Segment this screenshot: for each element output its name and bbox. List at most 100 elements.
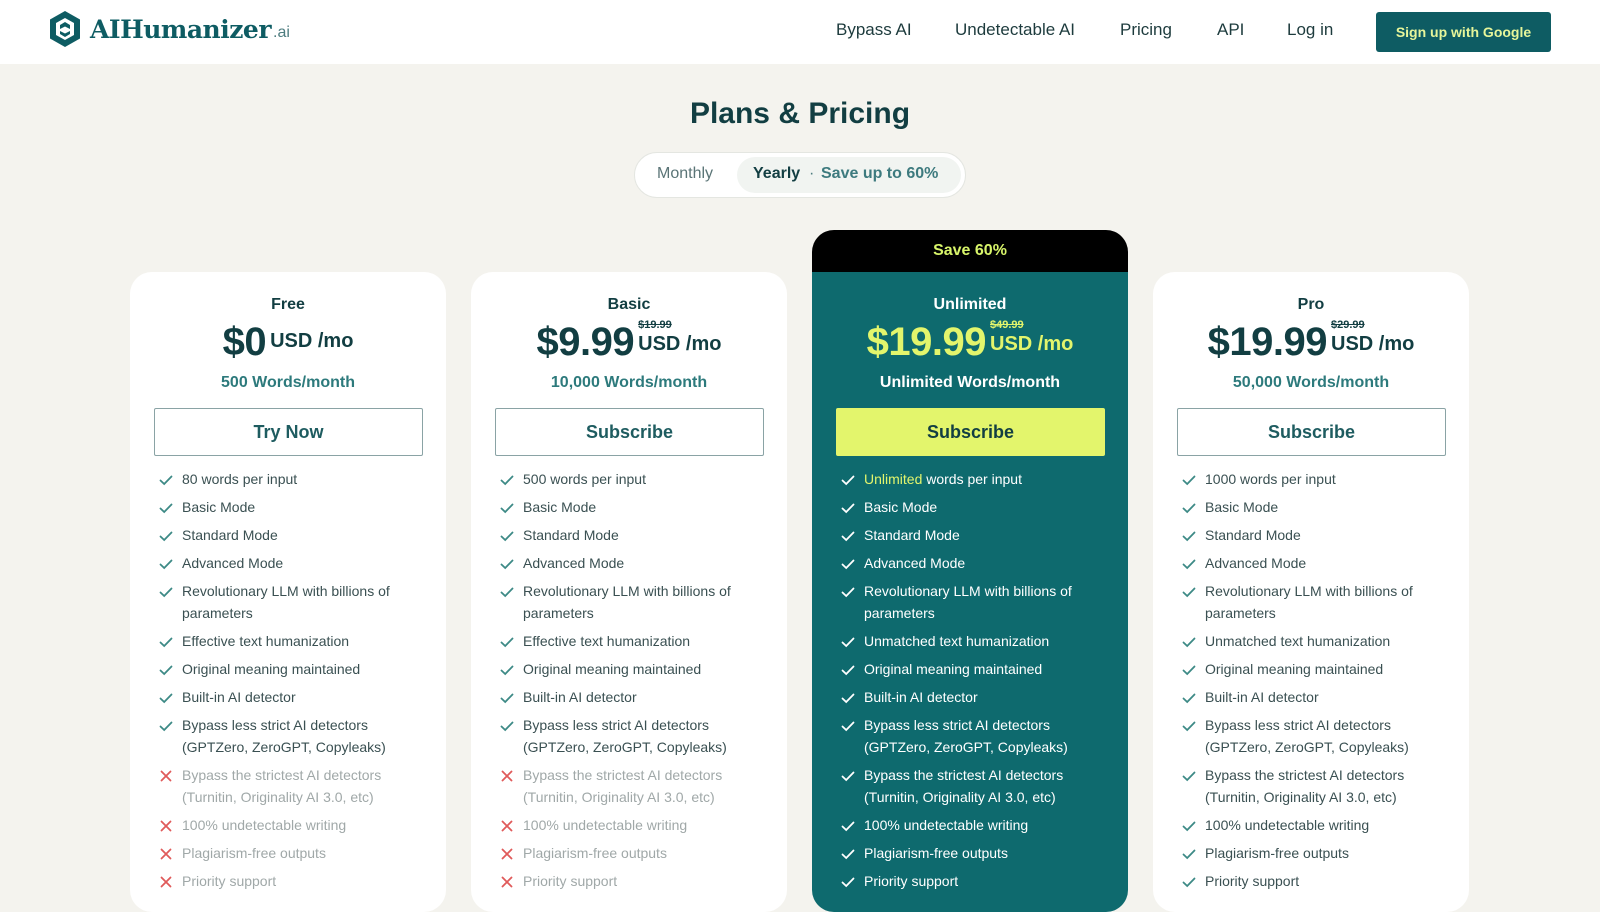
feature-text: Unmatched text humanization (864, 633, 1050, 649)
feature-text: Bypass the strictest AI detectors (Turni… (523, 767, 723, 805)
feature-item: Basic Mode (840, 496, 1110, 518)
plan-words: Unlimited Words/month (879, 374, 1061, 391)
feature-text: Standard Mode (182, 527, 278, 543)
check-icon (159, 693, 173, 704)
feature-text: Bypass less strict AI detectors (GPTZero… (1205, 717, 1409, 755)
nav-link-api[interactable]: API (1217, 20, 1244, 40)
check-icon (1182, 771, 1196, 782)
feature-item: 500 words per input (499, 468, 769, 490)
feature-text: Bypass the strictest AI detectors (Turni… (1205, 767, 1405, 805)
plan-card-pro: Pro $19.99 $29.99 USD /mo 50,000 Words/m… (1153, 272, 1469, 912)
check-icon (841, 637, 855, 648)
feature-text: Standard Mode (1205, 527, 1301, 543)
feature-text: 100% undetectable writing (523, 817, 688, 833)
feature-item: 80 words per input (158, 468, 428, 490)
feature-item: Unmatched text humanization (840, 630, 1110, 652)
old-price: $19.99 (638, 319, 672, 331)
check-icon (1182, 721, 1196, 732)
feature-item: Effective text humanization (499, 630, 769, 652)
price-row: $9.99 $19.99 USD /mo (471, 319, 787, 364)
feature-item: 100% undetectable writing (840, 814, 1110, 836)
check-icon (500, 475, 514, 486)
feature-item: Built-in AI detector (499, 686, 769, 708)
feature-text: Priority support (1205, 873, 1300, 889)
feature-text: Plagiarism-free outputs (1205, 845, 1349, 861)
plan-name: Unlimited (933, 296, 1007, 313)
feature-text: Unmatched text humanization (1205, 633, 1391, 649)
check-icon (159, 665, 173, 676)
feature-item: Bypass the strictest AI detectors (Turni… (158, 764, 428, 808)
try-now-button[interactable]: Try Now (154, 408, 423, 456)
check-icon (159, 475, 173, 486)
feature-item: Standard Mode (1181, 524, 1451, 546)
nav-link-login[interactable]: Log in (1287, 20, 1333, 40)
check-icon (500, 693, 514, 704)
subscribe-button[interactable]: Subscribe (495, 408, 764, 456)
feature-text: Basic Mode (1205, 499, 1279, 515)
brand-logo[interactable]: AIHumanizer .ai (48, 10, 290, 48)
feature-item: Advanced Mode (499, 552, 769, 574)
old-price: $29.99 (1331, 319, 1365, 331)
save-banner: Save 60% (812, 230, 1128, 272)
plan-card-unlimited: Unlimited $19.99 $49.99 USD /mo Unlimite… (812, 272, 1128, 912)
feature-text: Effective text humanization (182, 633, 350, 649)
feature-item: Built-in AI detector (840, 686, 1110, 708)
feature-item: Bypass the strictest AI detectors (Turni… (1181, 764, 1451, 808)
nav-link-undetectable-ai[interactable]: Undetectable AI (955, 20, 1075, 40)
feature-text: Advanced Mode (523, 555, 625, 571)
feature-item: Standard Mode (499, 524, 769, 546)
check-icon (500, 665, 514, 676)
cross-icon (501, 820, 513, 832)
brand-name: AIHumanizer (90, 14, 272, 44)
check-icon (841, 771, 855, 782)
feature-item: 1000 words per input (1181, 468, 1451, 490)
check-icon (1182, 559, 1196, 570)
feature-text: Plagiarism-free outputs (523, 845, 667, 861)
check-icon (1182, 475, 1196, 486)
feature-text: Priority support (523, 873, 618, 889)
signup-google-button[interactable]: Sign up with Google (1376, 12, 1551, 52)
check-icon (841, 531, 855, 542)
feature-item: Basic Mode (158, 496, 428, 518)
check-icon (841, 877, 855, 888)
toggle-yearly[interactable]: Yearly · Save up to 60% (737, 157, 961, 193)
feature-text: Advanced Mode (182, 555, 284, 571)
feature-item: Advanced Mode (840, 552, 1110, 574)
price-unit: USD /mo (990, 333, 1074, 355)
plan-name: Pro (1297, 296, 1325, 313)
feature-list: 80 words per input Basic Mode Standard Mod… (158, 468, 428, 898)
feature-item: Original meaning maintained (840, 658, 1110, 680)
feature-text: 100% undetectable writing (1205, 817, 1370, 833)
subscribe-button[interactable]: Subscribe (836, 408, 1105, 456)
plan-words: 50,000 Words/month (1232, 374, 1390, 391)
check-icon (1182, 693, 1196, 704)
check-icon (841, 849, 855, 860)
feature-text: 500 words per input (523, 471, 646, 487)
feature-text: 80 words per input (182, 471, 298, 487)
feature-list: 500 words per input Basic Mode Standard Mo… (499, 468, 769, 898)
check-icon (841, 559, 855, 570)
check-icon (1182, 877, 1196, 888)
feature-text: Bypass less strict AI detectors (GPTZero… (523, 717, 727, 755)
feature-list: Unlimited words per input Basic Mode Stand… (840, 468, 1110, 898)
cross-icon (501, 876, 513, 888)
nav-link-bypass-ai[interactable]: Bypass AI (836, 20, 912, 40)
feature-item: Revolutionary LLM with billions of param… (840, 580, 1110, 624)
check-icon (841, 721, 855, 732)
subscribe-button[interactable]: Subscribe (1177, 408, 1446, 456)
toggle-monthly[interactable]: Monthly (657, 165, 713, 183)
feature-text: Revolutionary LLM with billions of param… (523, 583, 731, 621)
nav-link-pricing[interactable]: Pricing (1120, 20, 1172, 40)
feature-text: Basic Mode (523, 499, 597, 515)
plan-card-basic: Basic $9.99 $19.99 USD /mo 10,000 Words/… (471, 272, 787, 912)
cross-icon (501, 848, 513, 860)
feature-text: Advanced Mode (1205, 555, 1307, 571)
toggle-separator: · (809, 165, 815, 182)
feature-item: Plagiarism-free outputs (840, 842, 1110, 864)
check-icon (500, 559, 514, 570)
feature-text: 100% undetectable writing (864, 817, 1029, 833)
check-icon (841, 665, 855, 676)
feature-item: Basic Mode (1181, 496, 1451, 518)
check-icon (1182, 849, 1196, 860)
check-icon (500, 721, 514, 732)
